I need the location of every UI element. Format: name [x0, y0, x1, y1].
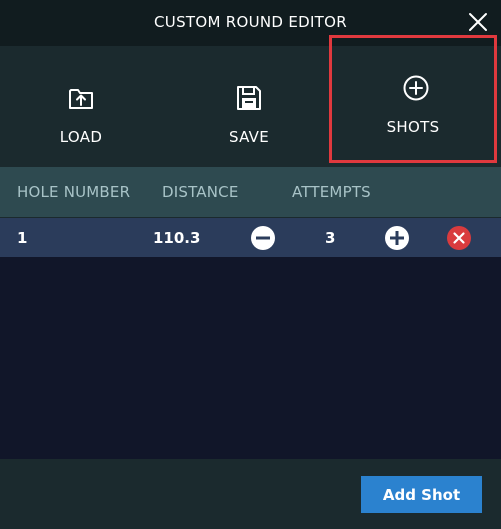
delete-row-button[interactable]	[447, 226, 471, 250]
table-header: HOLE NUMBER DISTANCE ATTEMPTS	[0, 167, 501, 217]
floppy-disk-icon	[237, 86, 261, 110]
close-icon	[469, 13, 487, 31]
minus-circle-icon	[251, 226, 275, 250]
delete-x-icon	[447, 226, 471, 250]
table-row: 1 110.3 3	[0, 218, 501, 257]
column-header-hole-number: HOLE NUMBER	[17, 183, 131, 201]
save-label: SAVE	[228, 128, 270, 146]
add-shot-button[interactable]: Add Shot	[361, 476, 482, 513]
column-header-distance: DISTANCE	[162, 183, 239, 201]
window-title: CUSTOM ROUND EDITOR	[154, 13, 347, 31]
save-button[interactable]: SAVE	[189, 46, 309, 167]
shot-list-area	[0, 257, 501, 459]
close-button[interactable]	[466, 10, 490, 34]
toolbar: LOAD SAVE SHOTS	[0, 35, 501, 167]
footer: Add Shot	[0, 459, 501, 529]
plus-circle-icon	[403, 75, 429, 101]
shots-button[interactable]: SHOTS	[329, 35, 497, 163]
attempts-cell: 3	[325, 229, 336, 247]
hole-number-cell: 1	[17, 229, 28, 247]
increase-attempts-button[interactable]	[385, 226, 409, 250]
column-header-attempts: ATTEMPTS	[292, 183, 371, 201]
distance-cell: 110.3	[153, 229, 201, 247]
plus-circle-filled-icon	[385, 226, 409, 250]
folder-upload-icon	[69, 89, 93, 109]
shots-label: SHOTS	[386, 118, 440, 136]
load-label: LOAD	[59, 128, 103, 146]
load-button[interactable]: LOAD	[21, 46, 141, 167]
decrease-attempts-button[interactable]	[251, 226, 275, 250]
